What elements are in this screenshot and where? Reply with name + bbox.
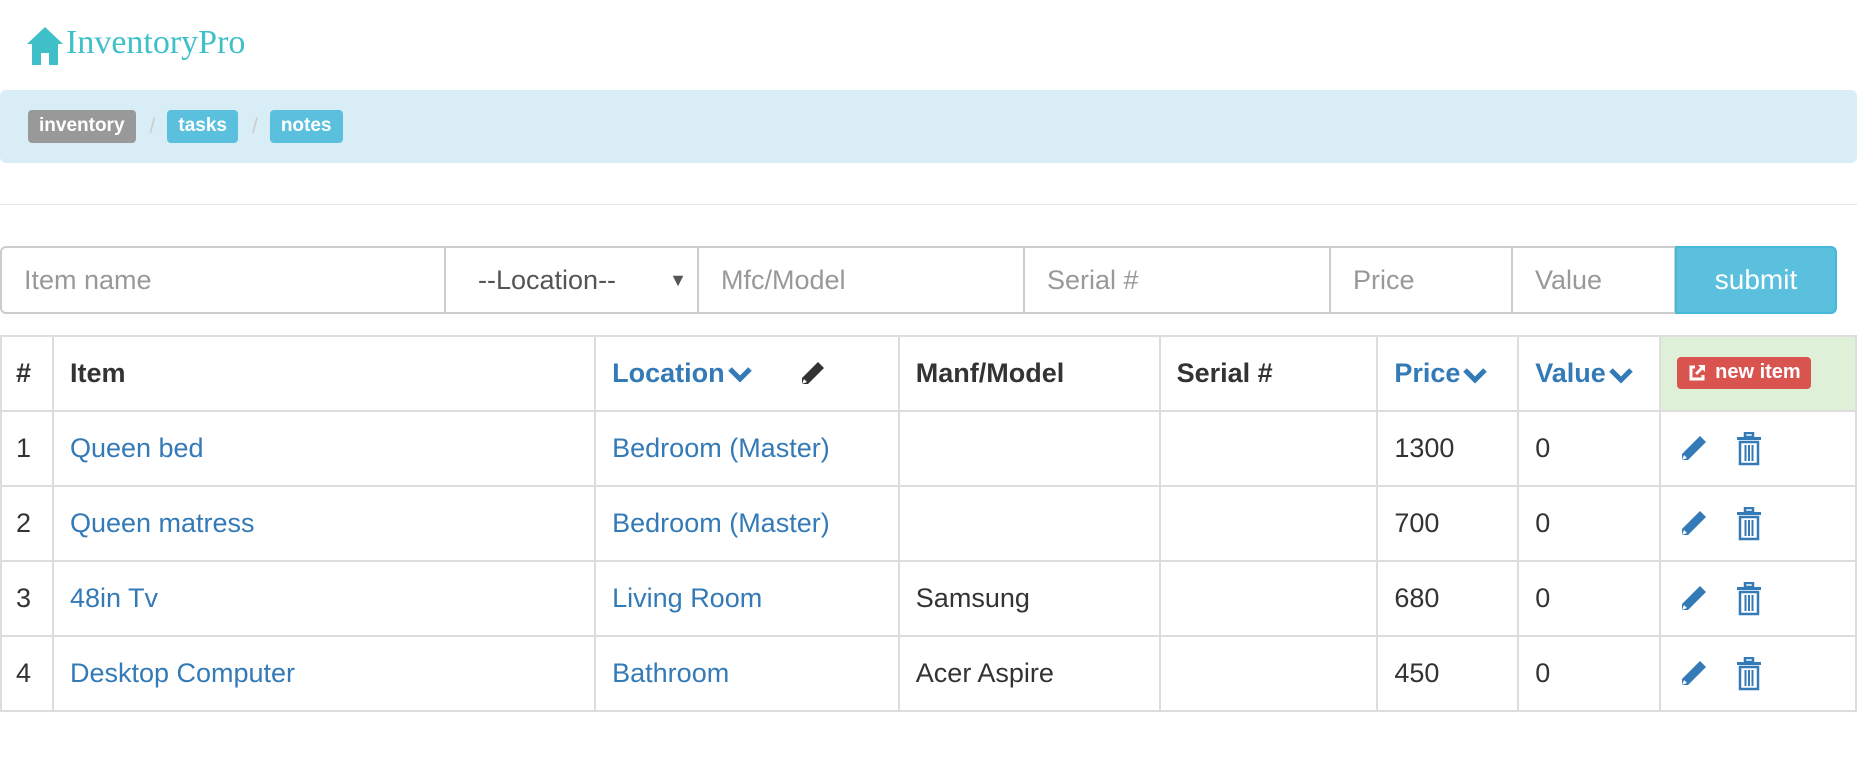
trash-icon[interactable] [1735, 656, 1763, 691]
home-icon [27, 27, 63, 65]
header-actions: new item [1659, 335, 1857, 412]
header-model: Manf/Model [897, 335, 1161, 412]
page: InventoryPro inventory / tasks / notes I… [0, 0, 1857, 781]
pencil-icon[interactable] [1677, 433, 1709, 465]
row-price: 1300 [1376, 410, 1520, 487]
header-index: # [0, 335, 54, 412]
row-model [897, 410, 1161, 487]
location-select-value: --Location-- [478, 264, 617, 295]
new-item-label: new item [1715, 361, 1801, 384]
row-index: 3 [0, 560, 54, 637]
header-location-label[interactable]: Location [612, 358, 725, 388]
location-select[interactable]: --Location-- ▼ [445, 246, 698, 314]
row-value: 0 [1517, 410, 1662, 487]
breadcrumb-tasks[interactable]: tasks [167, 110, 238, 143]
header-price[interactable]: Price [1376, 335, 1520, 412]
breadcrumb-separator: / [149, 114, 156, 138]
row-item-link[interactable]: Queen matress [51, 485, 597, 562]
row-model: Samsung [897, 560, 1161, 637]
row-item-link[interactable]: Queen bed [51, 410, 597, 487]
divider [0, 204, 1857, 205]
header-value[interactable]: Value [1517, 335, 1662, 412]
row-serial [1158, 560, 1379, 637]
row-value: 0 [1517, 485, 1662, 562]
pencil-icon[interactable] [1677, 508, 1709, 540]
submit-button[interactable]: submit [1675, 246, 1837, 314]
breadcrumb: inventory / tasks / notes [0, 90, 1857, 163]
trash-icon[interactable] [1735, 506, 1763, 541]
pencil-icon[interactable] [1677, 658, 1709, 690]
trash-icon[interactable] [1735, 581, 1763, 616]
add-item-form: Item name --Location-- ▼ Mfc/Model Seria… [0, 246, 1837, 314]
row-model: Acer Aspire [897, 635, 1161, 712]
value-input[interactable]: Value [1512, 246, 1675, 314]
caret-down-icon: ▼ [669, 269, 687, 290]
row-location-link[interactable]: Bedroom (Master) [594, 485, 900, 562]
model-input[interactable]: Mfc/Model [698, 246, 1024, 314]
brand-logo[interactable]: InventoryPro [26, 16, 245, 66]
table-row: 1 Queen bed Bedroom (Master) 1300 0 [0, 410, 1857, 487]
inventory-table: # Item Location Manf/Model Serial # Pric… [0, 335, 1857, 712]
row-price: 680 [1376, 560, 1520, 637]
row-index: 1 [0, 410, 54, 487]
row-item-link[interactable]: Desktop Computer [51, 635, 597, 712]
chevron-down-icon[interactable] [1608, 366, 1634, 384]
row-model [897, 485, 1161, 562]
header-location[interactable]: Location [594, 335, 900, 412]
header-item: Item [51, 335, 597, 412]
row-item-link[interactable]: 48in Tv [51, 560, 597, 637]
header-serial: Serial # [1158, 335, 1379, 412]
header-price-label[interactable]: Price [1394, 358, 1460, 388]
row-index: 2 [0, 485, 54, 562]
header-value-label[interactable]: Value [1535, 358, 1606, 388]
table-row: 4 Desktop Computer Bathroom Acer Aspire … [0, 635, 1857, 712]
table-row: 2 Queen matress Bedroom (Master) 700 0 [0, 485, 1857, 562]
serial-input[interactable]: Serial # [1024, 246, 1330, 314]
brand-name: InventoryPro [66, 24, 246, 61]
breadcrumb-inventory: inventory [28, 110, 136, 143]
row-actions [1659, 410, 1857, 487]
new-item-button[interactable]: new item [1677, 357, 1811, 390]
price-input[interactable]: Price [1330, 246, 1512, 314]
row-location-link[interactable]: Bedroom (Master) [594, 410, 900, 487]
chevron-down-icon[interactable] [1462, 366, 1488, 384]
row-location-link[interactable]: Bathroom [594, 635, 900, 712]
row-index: 4 [0, 635, 54, 712]
external-link-icon [1689, 364, 1706, 381]
row-actions [1659, 485, 1857, 562]
trash-icon[interactable] [1735, 431, 1763, 466]
row-value: 0 [1517, 560, 1662, 637]
row-actions [1659, 560, 1857, 637]
row-serial [1158, 635, 1379, 712]
row-value: 0 [1517, 635, 1662, 712]
breadcrumb-separator: / [251, 114, 258, 138]
chevron-down-icon[interactable] [727, 365, 753, 383]
row-location-link[interactable]: Living Room [594, 560, 900, 637]
pencil-icon[interactable] [797, 359, 827, 389]
row-price: 450 [1376, 635, 1520, 712]
pencil-icon[interactable] [1677, 583, 1709, 615]
table-row: 3 48in Tv Living Room Samsung 680 0 [0, 560, 1857, 637]
table-header-row: # Item Location Manf/Model Serial # Pric… [0, 335, 1857, 412]
row-price: 700 [1376, 485, 1520, 562]
row-actions [1659, 635, 1857, 712]
row-serial [1158, 485, 1379, 562]
breadcrumb-notes[interactable]: notes [269, 110, 343, 143]
item-name-input[interactable]: Item name [0, 246, 445, 314]
row-serial [1158, 410, 1379, 487]
